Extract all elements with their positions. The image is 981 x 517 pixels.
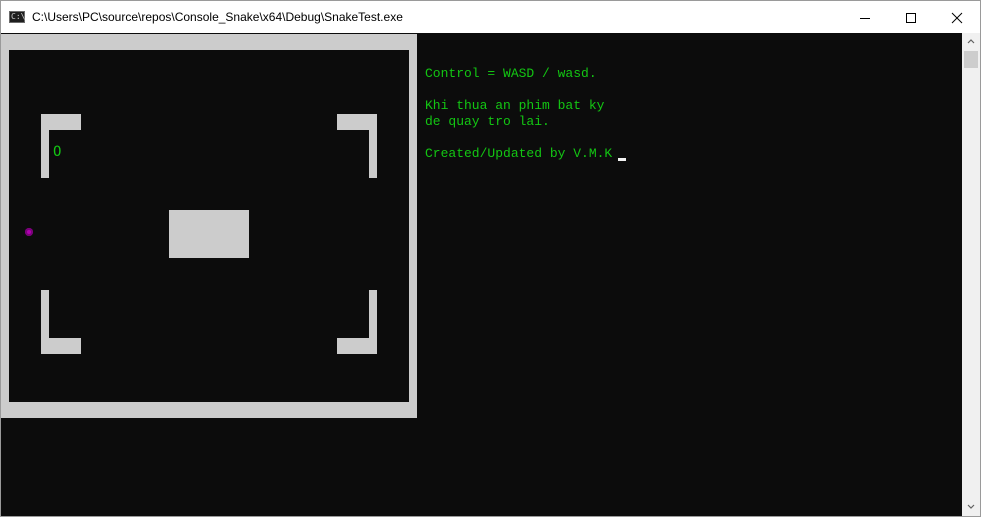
title-bar[interactable]: C:\ C:\Users\PC\source\repos\Console_Sna… bbox=[1, 1, 980, 33]
close-icon bbox=[951, 12, 963, 24]
console-app-icon[interactable]: C:\ bbox=[9, 11, 25, 23]
window-title: C:\Users\PC\source\repos\Console_Snake\x… bbox=[32, 10, 403, 24]
game-board bbox=[9, 50, 409, 402]
maximize-icon bbox=[906, 13, 916, 23]
wall-top-right-side bbox=[369, 114, 377, 178]
center-obstacle bbox=[169, 210, 249, 258]
scrollbar-thumb[interactable] bbox=[964, 51, 978, 68]
close-button[interactable] bbox=[934, 1, 980, 33]
wall-top-left-side bbox=[41, 114, 49, 178]
text-cursor bbox=[618, 158, 626, 161]
chevron-down-icon bbox=[967, 504, 975, 509]
maximize-button[interactable] bbox=[888, 1, 934, 33]
controls-text: Control = WASD / wasd. bbox=[425, 66, 597, 81]
food-item: O bbox=[53, 144, 62, 160]
vertical-scrollbar[interactable] bbox=[962, 33, 980, 516]
console-area[interactable]: O Control = WASD / wasd. Khi thua an phi… bbox=[1, 33, 962, 516]
console-window: C:\ C:\Users\PC\source\repos\Console_Sna… bbox=[0, 0, 981, 517]
lose-instruction-line2: de quay tro lai. bbox=[425, 114, 550, 129]
lose-instruction-line1: Khi thua an phim bat ky bbox=[425, 98, 605, 113]
wall-bottom-left bbox=[41, 338, 81, 354]
app-icon-glyph: C:\ bbox=[11, 12, 26, 21]
minimize-button[interactable] bbox=[842, 1, 888, 33]
minimize-icon bbox=[860, 18, 870, 19]
game-board-frame: O bbox=[1, 34, 417, 418]
credits-text: Created/Updated by V.M.K bbox=[425, 146, 613, 161]
scroll-down-button[interactable] bbox=[962, 499, 980, 516]
wall-bottom-right bbox=[337, 338, 377, 354]
chevron-up-icon bbox=[967, 39, 975, 44]
snake-head bbox=[25, 228, 33, 236]
scroll-up-button[interactable] bbox=[962, 33, 980, 50]
